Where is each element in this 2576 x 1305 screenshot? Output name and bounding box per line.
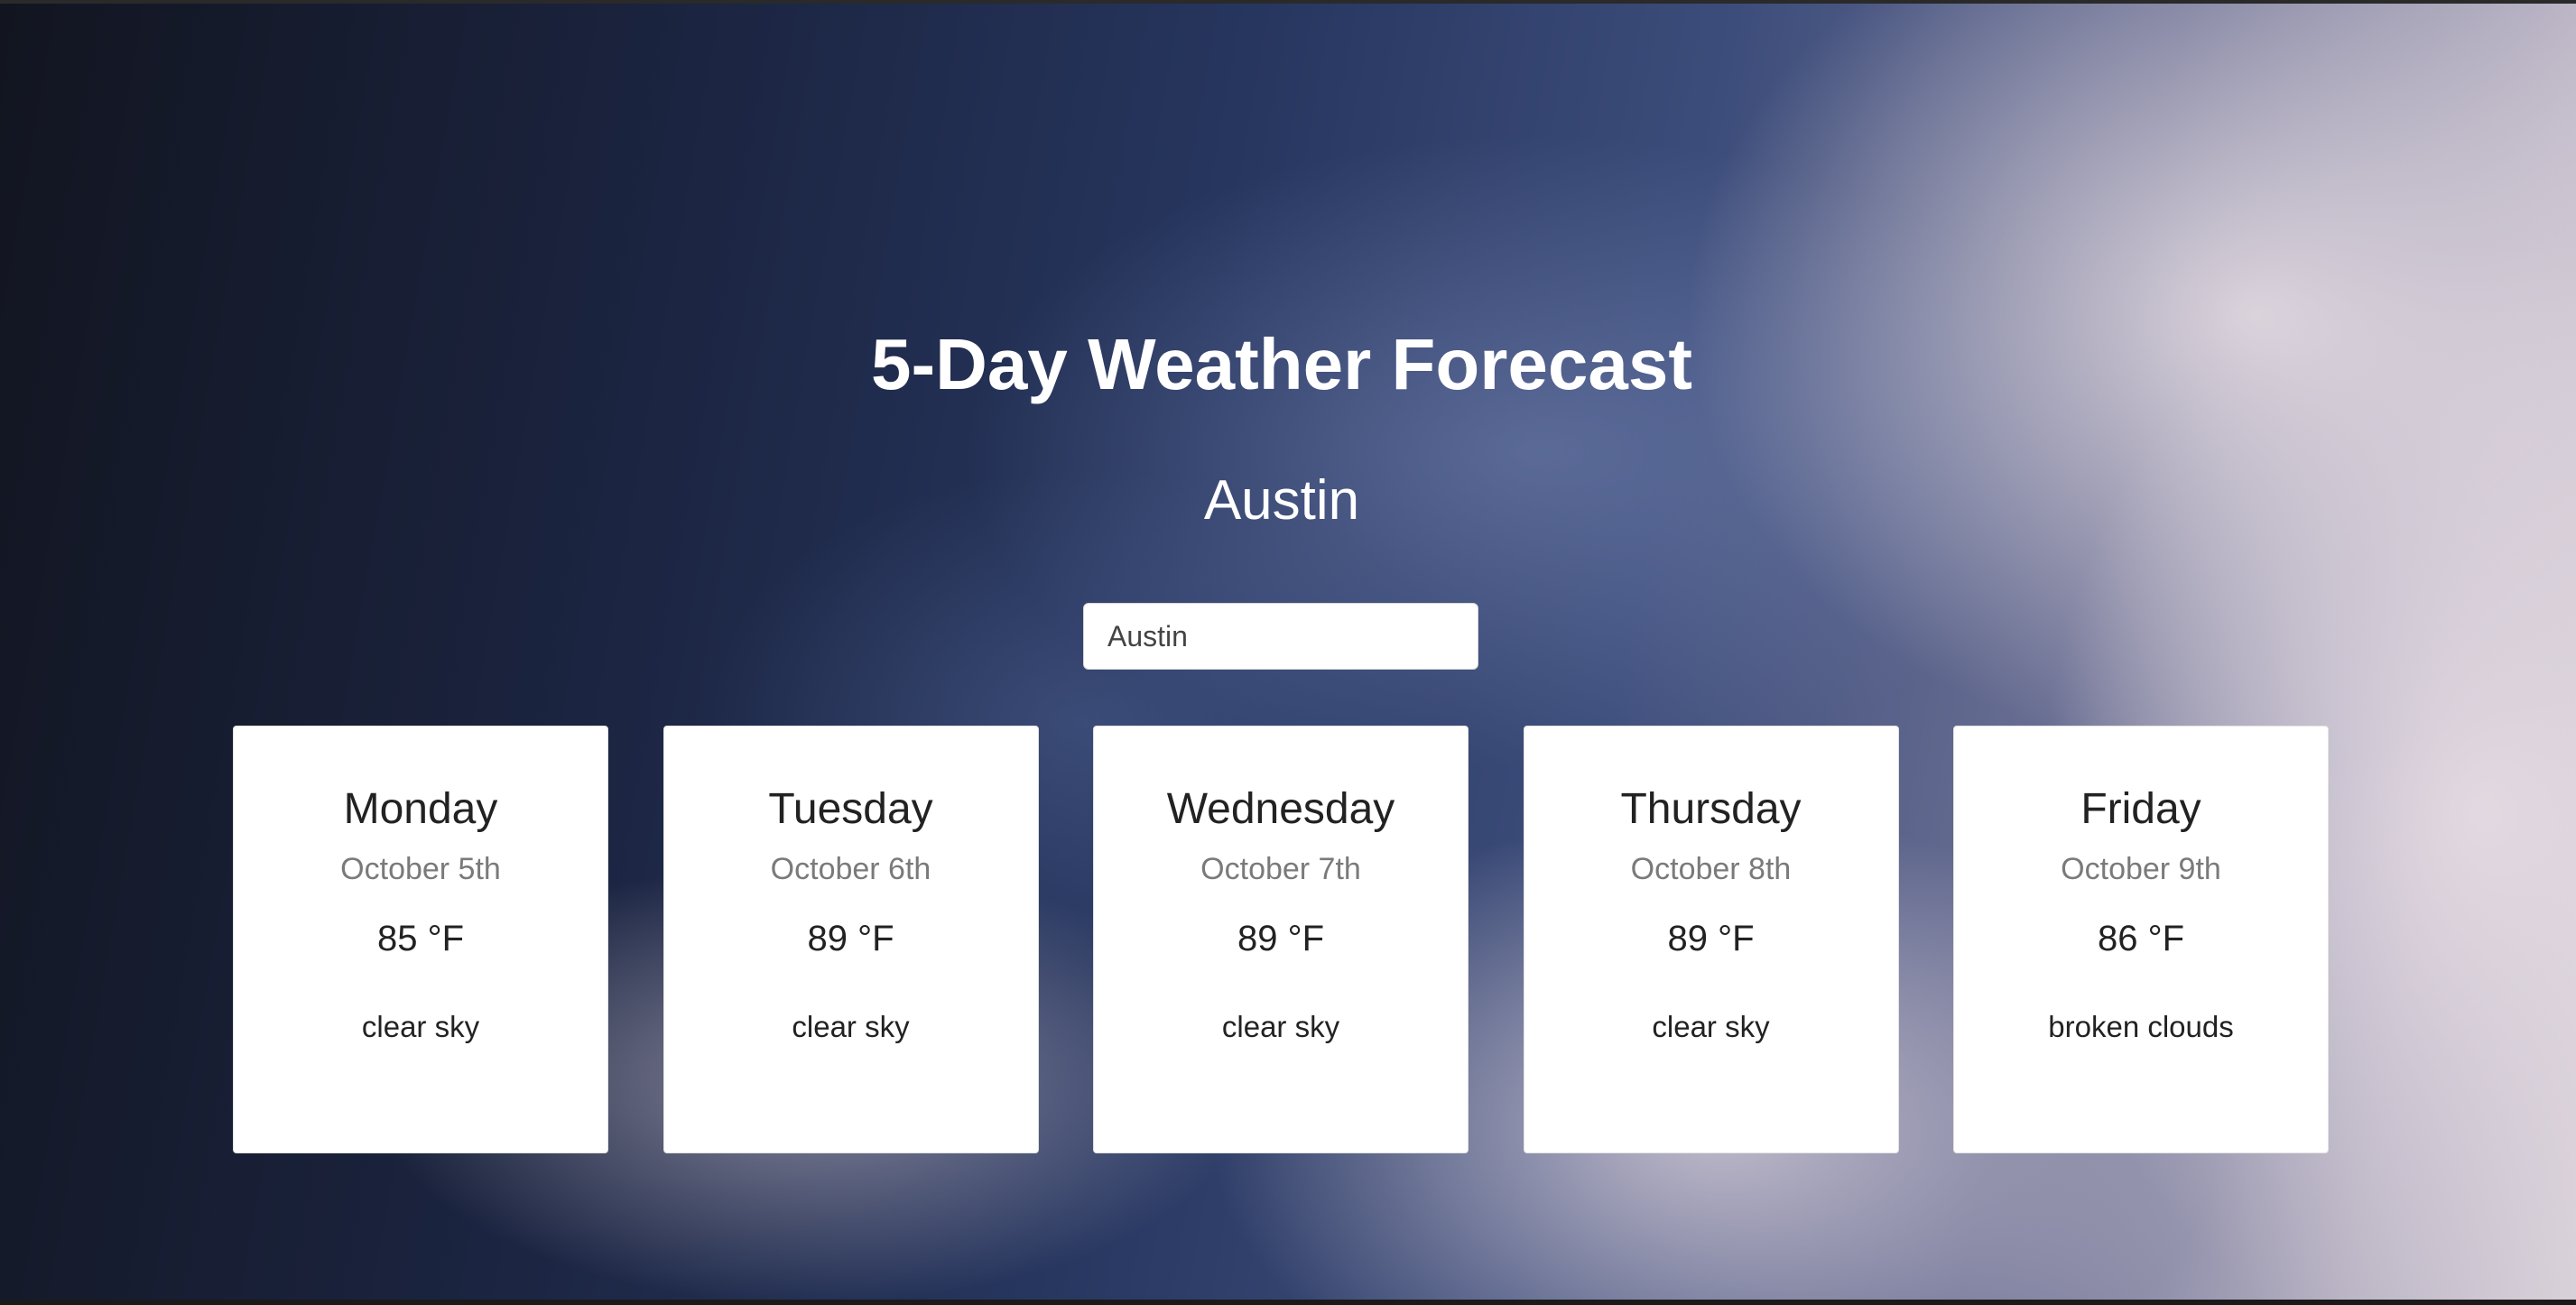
forecast-description: clear sky [792, 1010, 910, 1043]
window-frame-bottom [0, 1300, 2576, 1305]
forecast-temperature: 85 °F [376, 919, 465, 958]
forecast-date: October 6th [770, 852, 931, 886]
page-background: 5-Day Weather Forecast Austin Monday Oct… [0, 0, 2576, 1305]
forecast-temperature: 89 °F [807, 919, 894, 958]
forecast-description: clear sky [1652, 1010, 1770, 1043]
page-title: 5-Day Weather Forecast [871, 323, 1692, 404]
forecast-description: clear sky [361, 1010, 480, 1043]
forecast-card-wednesday: Wednesday October 7th 89 °F clear sky [1093, 726, 1469, 1153]
forecast-date: October 8th [1630, 852, 1792, 886]
forecast-card-thursday: Thursday October 8th 89 °F clear sky [1523, 726, 1899, 1153]
forecast-day: Thursday [1620, 785, 1802, 833]
forecast-temperature: 89 °F [1667, 919, 1755, 958]
forecast-cards: Monday October 5th 85 °F clear sky Tuesd… [233, 726, 2329, 1153]
forecast-day: Monday [343, 785, 498, 833]
forecast-day: Tuesday [768, 785, 933, 833]
forecast-card-tuesday: Tuesday October 6th 89 °F clear sky [663, 726, 1039, 1153]
forecast-date: October 5th [340, 852, 501, 886]
city-name: Austin [1203, 469, 1360, 532]
forecast-date: October 7th [1200, 852, 1361, 886]
forecast-description: broken clouds [2048, 1010, 2234, 1043]
city-search-input[interactable] [1083, 603, 1478, 670]
forecast-day: Friday [2080, 785, 2201, 833]
forecast-day: Wednesday [1166, 785, 1395, 833]
forecast-temperature: 86 °F [2097, 919, 2185, 958]
window-frame-top [0, 0, 2576, 4]
forecast-card-monday: Monday October 5th 85 °F clear sky [233, 726, 608, 1153]
forecast-card-friday: Friday October 9th 86 °F broken clouds [1953, 726, 2329, 1153]
forecast-temperature: 89 °F [1237, 919, 1325, 958]
forecast-description: clear sky [1221, 1010, 1340, 1043]
forecast-date: October 9th [2061, 852, 2221, 886]
